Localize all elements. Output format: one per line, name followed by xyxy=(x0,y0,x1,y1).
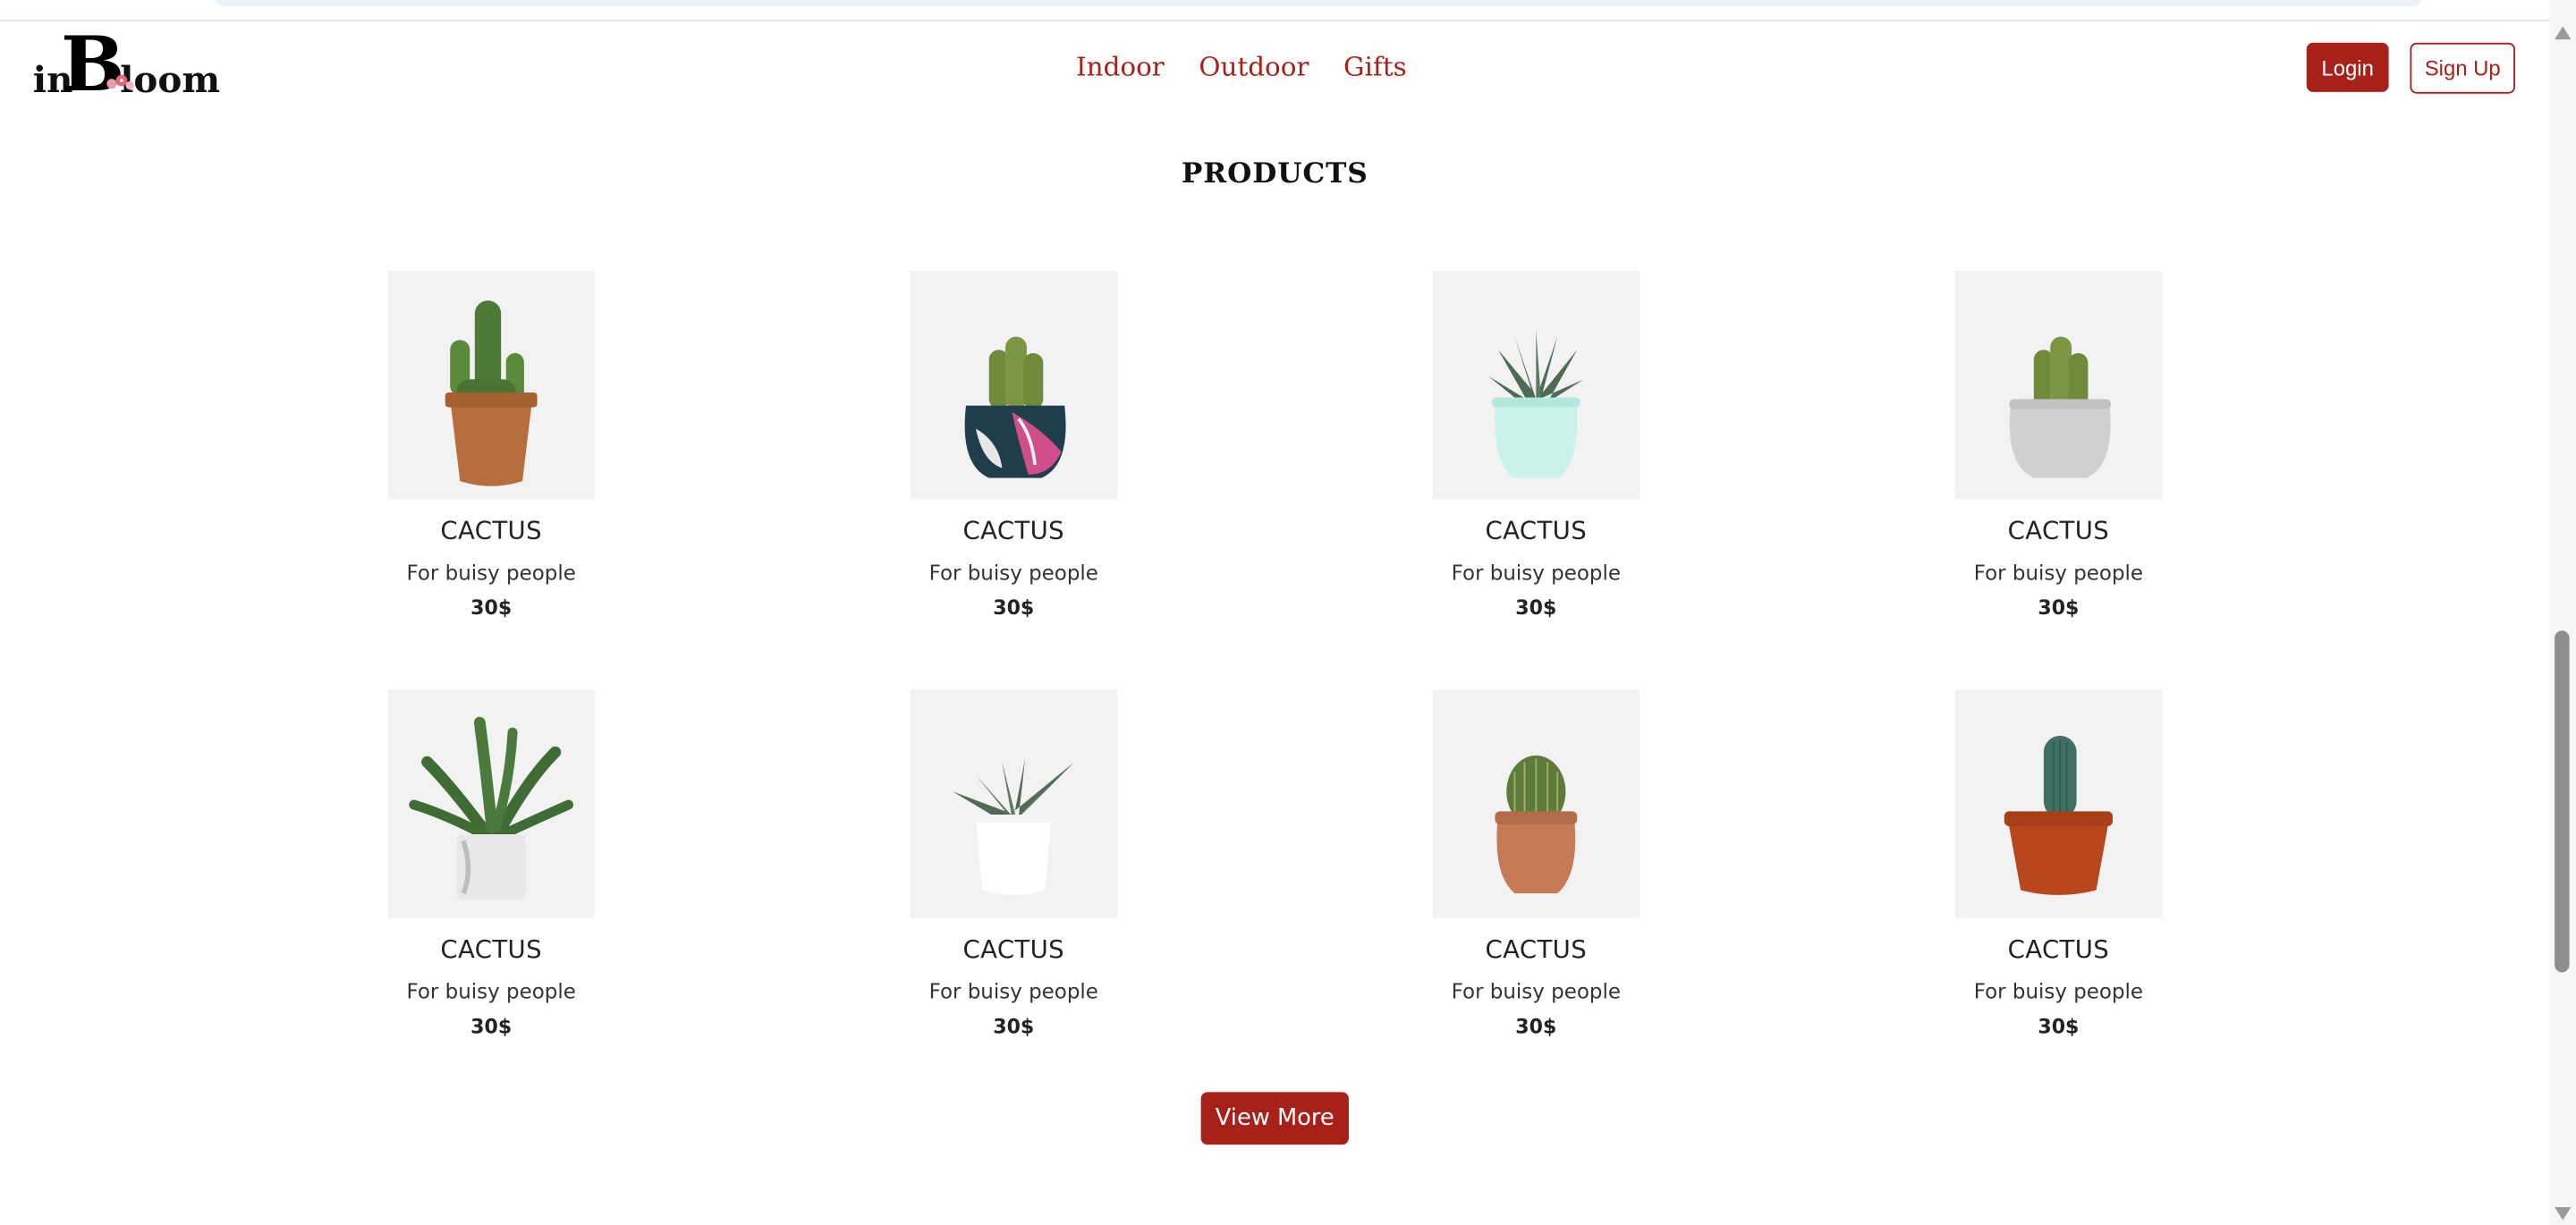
logo-text-loom: loom xyxy=(120,59,221,102)
section-title: PRODUCTS xyxy=(1181,157,1368,191)
product-card[interactable]: CACTUS For buisy people 30$ xyxy=(1404,689,1667,1038)
product-card[interactable]: CACTUS For buisy people 30$ xyxy=(360,689,623,1038)
product-image[interactable] xyxy=(1432,689,1640,918)
product-price: 30$ xyxy=(470,596,513,620)
product-name: CACTUS xyxy=(1485,934,1588,965)
scrollbar-thumb[interactable] xyxy=(2555,630,2570,973)
agave-image xyxy=(1488,330,1584,478)
flower-icon xyxy=(106,74,134,90)
logo-text-b: B xyxy=(60,20,125,109)
browser-top-strip xyxy=(0,0,2550,21)
product-name: CACTUS xyxy=(440,934,542,965)
haworthia-image xyxy=(953,758,1075,896)
cactus-cluster-image xyxy=(2009,336,2112,478)
product-description: For buisy people xyxy=(1451,978,1621,1004)
product-image[interactable] xyxy=(1432,271,1640,500)
jade-image xyxy=(409,716,574,900)
nav-outdoor[interactable]: Outdoor xyxy=(1199,51,1309,82)
signup-button[interactable]: Sign Up xyxy=(2410,42,2515,94)
product-card[interactable]: CACTUS For buisy people 30$ xyxy=(882,271,1145,619)
product-description: For buisy people xyxy=(406,978,576,1004)
product-card[interactable]: CACTUS For buisy people 30$ xyxy=(1404,271,1667,619)
nav-indoor[interactable]: Indoor xyxy=(1076,51,1165,82)
product-price: 30$ xyxy=(470,1015,513,1038)
product-price: 30$ xyxy=(993,596,1035,620)
product-price: 30$ xyxy=(993,1015,1035,1038)
product-card[interactable]: CACTUS For buisy people 30$ xyxy=(1927,271,2190,619)
product-image[interactable] xyxy=(910,271,1117,500)
product-name: CACTUS xyxy=(962,934,1065,965)
page: in B loom Indoor Outdoor Gifts Login Sig… xyxy=(0,0,2576,1225)
product-name: CACTUS xyxy=(440,515,542,545)
product-name: CACTUS xyxy=(962,515,1065,545)
product-image[interactable] xyxy=(910,689,1117,918)
login-button[interactable]: Login xyxy=(2306,42,2389,92)
product-name: CACTUS xyxy=(2007,515,2110,545)
scroll-down-arrow-icon[interactable] xyxy=(2555,1206,2572,1221)
product-name: CACTUS xyxy=(2007,934,2110,965)
nav-gifts[interactable]: Gifts xyxy=(1343,51,1407,82)
product-image[interactable] xyxy=(1954,689,2163,918)
product-description: For buisy people xyxy=(928,978,1098,1004)
product-price: 30$ xyxy=(1515,1015,1557,1038)
product-description: For buisy people xyxy=(1451,560,1621,585)
product-price: 30$ xyxy=(1515,596,1557,620)
scroll-up-arrow-icon[interactable] xyxy=(2555,26,2572,40)
logo[interactable]: in B loom xyxy=(33,20,220,108)
product-price: 30$ xyxy=(2038,596,2080,620)
barrel-cactus-image xyxy=(1495,755,1578,894)
cactus-cluster-image xyxy=(964,336,1066,478)
product-description: For buisy people xyxy=(1973,560,2144,585)
product-description: For buisy people xyxy=(1973,978,2144,1004)
product-image[interactable] xyxy=(1954,271,2163,500)
product-description: For buisy people xyxy=(928,560,1098,585)
address-bar-remnant xyxy=(213,0,2424,7)
product-description: For buisy people xyxy=(406,560,576,585)
page-scrollbar[interactable] xyxy=(2549,0,2576,1225)
product-card[interactable]: CACTUS For buisy people 30$ xyxy=(1927,689,2190,1038)
product-image[interactable] xyxy=(387,271,595,500)
product-card[interactable]: CACTUS For buisy people 30$ xyxy=(882,689,1145,1038)
product-price: 30$ xyxy=(2038,1015,2080,1038)
main-nav: Indoor Outdoor Gifts xyxy=(1076,51,1407,82)
product-image[interactable] xyxy=(387,689,595,918)
product-name: CACTUS xyxy=(1485,515,1588,545)
column-cactus-image xyxy=(2004,735,2113,896)
cactus-tall-image xyxy=(445,300,538,486)
product-card[interactable]: CACTUS For buisy people 30$ xyxy=(360,271,623,619)
view-more-button[interactable]: View More xyxy=(1200,1092,1349,1145)
